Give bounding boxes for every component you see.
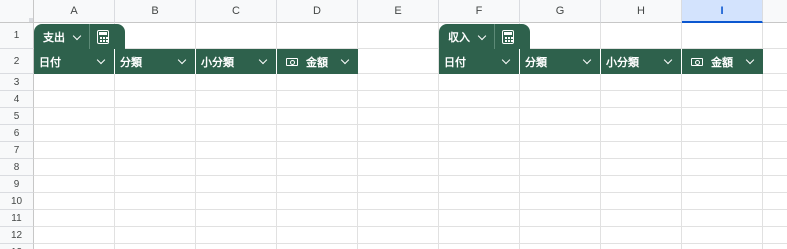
table-name: 支出 — [43, 32, 65, 44]
grid-line — [34, 175, 787, 176]
header-label: 金額 — [711, 56, 733, 69]
header-cell-date[interactable]: 日付 — [439, 49, 520, 74]
column-header-h[interactable]: H — [601, 0, 682, 23]
row-header-4[interactable]: 4 — [0, 91, 34, 108]
money-icon — [691, 57, 703, 66]
calculator-icon[interactable] — [97, 30, 109, 44]
grid-line — [34, 90, 787, 91]
row-header-6[interactable]: 6 — [0, 125, 34, 142]
chevron-down-icon[interactable] — [72, 31, 82, 40]
chevron-down-icon[interactable] — [582, 55, 592, 65]
chevron-down-icon[interactable] — [663, 55, 673, 65]
money-icon — [286, 57, 298, 66]
grid-line — [34, 209, 787, 210]
row-header-8[interactable]: 8 — [0, 159, 34, 176]
header-cell-amount[interactable]: 金額 — [682, 49, 763, 74]
column-header-j-partial[interactable] — [763, 0, 787, 23]
table-header-row-income: 日付 分類 小分類 金額 — [439, 49, 763, 74]
header-label: 小分類 — [606, 56, 639, 69]
column-header-f[interactable]: F — [439, 0, 520, 23]
header-cell-amount[interactable]: 金額 — [277, 49, 358, 74]
row-header-10[interactable]: 10 — [0, 193, 34, 210]
chevron-down-icon[interactable] — [745, 55, 755, 65]
column-header-e[interactable]: E — [358, 0, 439, 23]
header-label: 分類 — [120, 56, 142, 69]
column-header-c[interactable]: C — [196, 0, 277, 23]
header-label: 小分類 — [201, 56, 234, 69]
row-header-7[interactable]: 7 — [0, 142, 34, 159]
chevron-down-icon[interactable] — [340, 55, 350, 65]
header-label: 日付 — [444, 56, 466, 69]
row-header-12[interactable]: 12 — [0, 227, 34, 244]
header-cell-date[interactable]: 日付 — [34, 49, 115, 74]
chevron-down-icon[interactable] — [177, 55, 187, 65]
header-label: 日付 — [39, 56, 61, 69]
chevron-down-icon[interactable] — [96, 55, 106, 65]
column-header-b[interactable]: B — [115, 0, 196, 23]
grid-line — [34, 226, 787, 227]
row-header-3[interactable]: 3 — [0, 74, 34, 91]
row-header-13[interactable]: 13 — [0, 244, 34, 249]
tab-divider — [494, 24, 495, 50]
grid-line — [34, 107, 787, 108]
grid-line — [34, 124, 787, 125]
chevron-down-icon[interactable] — [501, 55, 511, 65]
chevron-down-icon[interactable] — [258, 55, 268, 65]
row-header-2[interactable]: 2 — [0, 49, 34, 74]
grid-line — [34, 243, 787, 244]
row-header-11[interactable]: 11 — [0, 210, 34, 227]
chevron-down-icon[interactable] — [477, 31, 487, 40]
header-label: 分類 — [525, 56, 547, 69]
header-cell-subcategory[interactable]: 小分類 — [601, 49, 682, 74]
row-header-5[interactable]: 5 — [0, 108, 34, 125]
select-all-corner[interactable] — [0, 0, 34, 23]
column-header-a[interactable]: A — [34, 0, 115, 23]
spreadsheet-grid: A B C D E F G H I 1 2 3 4 5 6 7 8 9 10 1… — [0, 0, 787, 249]
column-header-d[interactable]: D — [277, 0, 358, 23]
row-header-1[interactable]: 1 — [0, 23, 34, 49]
table-name: 収入 — [448, 32, 470, 44]
grid-line — [34, 158, 787, 159]
grid-line — [34, 141, 787, 142]
header-cell-subcategory[interactable]: 小分類 — [196, 49, 277, 74]
row-header-9[interactable]: 9 — [0, 176, 34, 193]
header-cell-category[interactable]: 分類 — [115, 49, 196, 74]
column-header-g[interactable]: G — [520, 0, 601, 23]
grid-line — [34, 192, 787, 193]
tab-divider — [89, 24, 90, 50]
column-header-i[interactable]: I — [682, 0, 763, 23]
table-tab-income[interactable]: 収入 — [439, 24, 530, 50]
header-cell-category[interactable]: 分類 — [520, 49, 601, 74]
header-label: 金額 — [306, 56, 328, 69]
calculator-icon[interactable] — [502, 30, 514, 44]
table-header-row-expense: 日付 分類 小分類 金額 — [34, 49, 358, 74]
table-tab-expense[interactable]: 支出 — [34, 24, 125, 50]
